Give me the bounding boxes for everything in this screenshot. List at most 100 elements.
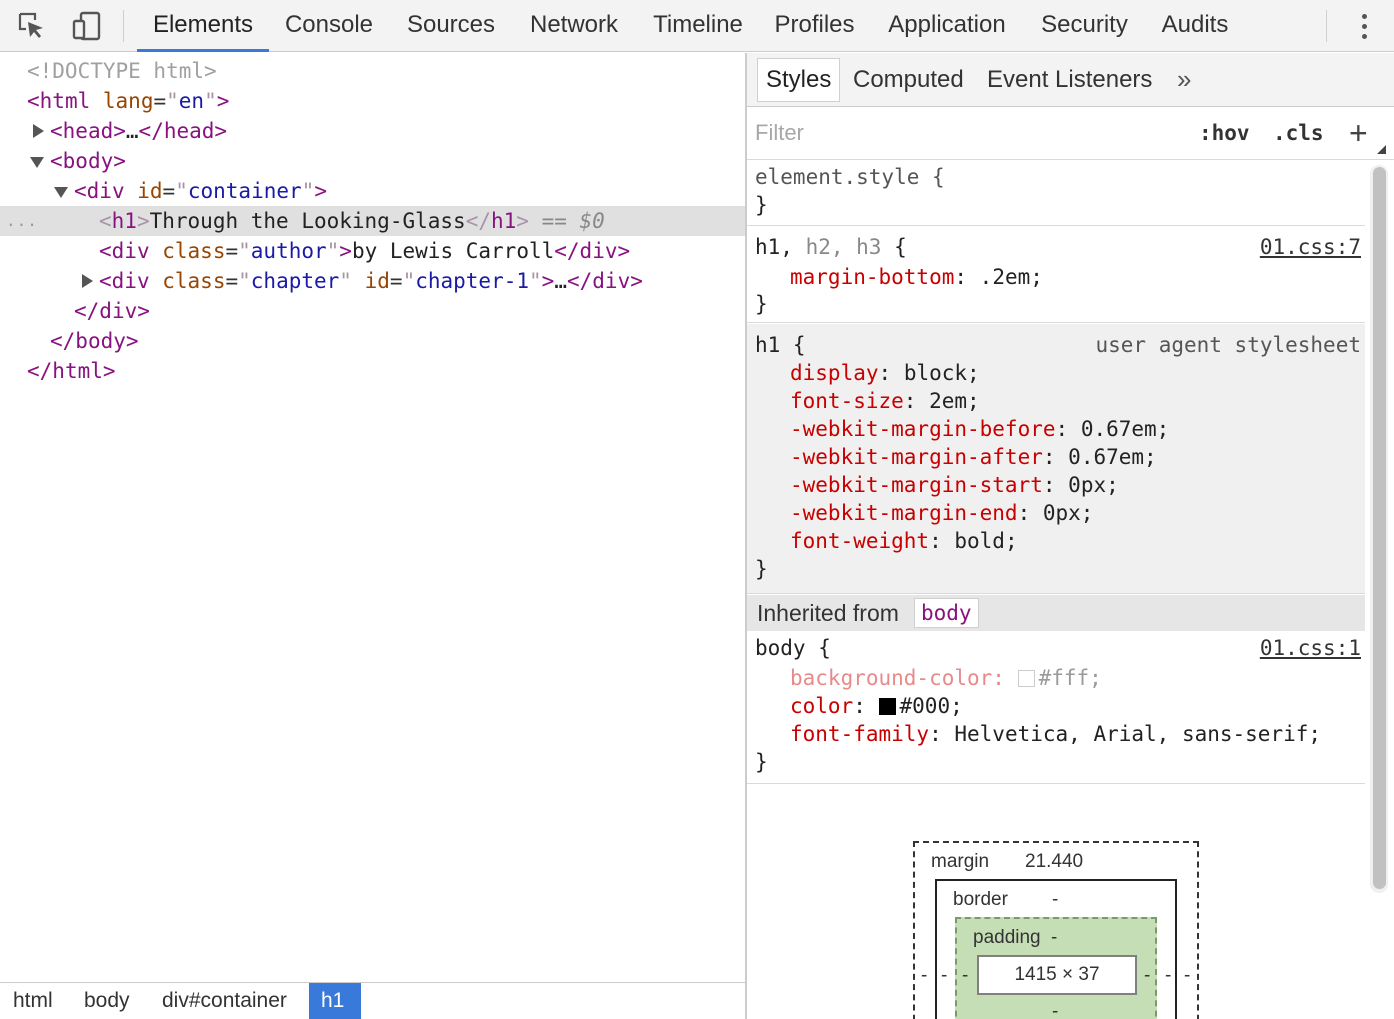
toolbar-separator <box>123 10 124 42</box>
tab-styles[interactable]: Styles <box>757 58 841 102</box>
css-property[interactable]: color: #000; <box>790 692 963 720</box>
tab-console[interactable]: Console <box>278 0 380 51</box>
chapter-node: <div class="chapter" id="chapter-1">…</d… <box>99 269 643 293</box>
margin-right-value[interactable]: - <box>1184 965 1190 987</box>
styles-pane: Styles Computed Event Listeners » :hov .… <box>747 53 1394 1019</box>
css-property[interactable]: font-size: 2em; <box>790 387 980 415</box>
rule-source-link[interactable]: 01.css:1 <box>1260 634 1361 662</box>
hover-state-toggle[interactable]: :hov <box>1199 107 1250 160</box>
filter-input[interactable] <box>755 117 1175 149</box>
tab-elements[interactable]: Elements <box>137 0 269 51</box>
rule-source-label: user agent stylesheet <box>1095 333 1361 357</box>
css-property[interactable]: -webkit-margin-before: 0.67em; <box>790 415 1169 443</box>
padding-bottom-value[interactable]: - <box>1052 1001 1058 1019</box>
more-options-icon[interactable] <box>1352 8 1376 44</box>
color-swatch[interactable] <box>878 698 896 715</box>
color-swatch[interactable] <box>1017 670 1035 687</box>
dom-node-container[interactable]: <div id="container"> <box>0 176 745 206</box>
margin-top-value[interactable]: 21.440 <box>1025 851 1083 873</box>
dom-node-author[interactable]: <div class="author">by Lewis Carroll</di… <box>0 236 745 266</box>
tab-event-listeners[interactable]: Event Listeners <box>987 53 1152 107</box>
dom-node-h1-selected[interactable]: ... <h1>Through the Looking-Glass</h1> =… <box>0 206 745 236</box>
new-style-rule-icon[interactable]: + <box>1349 107 1368 160</box>
collapse-arrow-icon[interactable] <box>30 146 44 176</box>
tab-network[interactable]: Network <box>522 0 626 51</box>
padding-right-value[interactable]: - <box>1144 965 1150 987</box>
dom-node-chapter[interactable]: <div class="chapter" id="chapter-1">…</d… <box>0 266 745 296</box>
breadcrumb: html body div#container h1 <box>0 982 745 1019</box>
margin-left-value[interactable]: - <box>921 965 927 987</box>
class-toggle[interactable]: .cls <box>1273 107 1324 160</box>
border-right-value[interactable]: - <box>1165 965 1171 987</box>
border-label: border <box>953 889 1008 910</box>
inspect-element-icon[interactable] <box>12 0 52 51</box>
dom-node-html[interactable]: <html lang="en"> <box>0 86 745 116</box>
tab-application[interactable]: Application <box>880 0 1014 51</box>
container-open-tag: <div id="container"> <box>74 179 327 203</box>
devtools-toolbar: Elements Console Sources Network Timelin… <box>0 0 1394 52</box>
margin-label: margin <box>931 851 990 872</box>
dom-node-body[interactable]: <body> <box>0 146 745 176</box>
expand-arrow-icon[interactable] <box>31 116 45 146</box>
padding-label: padding <box>973 927 1041 948</box>
css-property[interactable]: font-family: Helvetica, Arial, sans-seri… <box>790 720 1321 748</box>
rule-close: } <box>755 557 768 581</box>
tab-computed[interactable]: Computed <box>853 53 964 107</box>
dom-node-body-close[interactable]: </body> <box>0 326 745 356</box>
tab-profiles[interactable]: Profiles <box>767 0 862 51</box>
tab-audits[interactable]: Audits <box>1154 0 1236 51</box>
rule-selector[interactable]: body { <box>755 634 831 662</box>
padding-left-value[interactable]: - <box>962 965 968 987</box>
breadcrumb-body[interactable]: body <box>72 983 142 1019</box>
rule-selector[interactable]: h1, h2, h3 { <box>755 233 907 261</box>
toolbar-separator <box>1326 10 1327 42</box>
inherited-from-link[interactable]: body <box>914 598 979 628</box>
dom-node-doctype[interactable]: <!DOCTYPE html> <box>0 56 745 86</box>
tab-timeline[interactable]: Timeline <box>646 0 750 51</box>
css-property[interactable]: display: block; <box>790 359 980 387</box>
html-open-tag: <html lang="en"> <box>27 89 230 113</box>
inherited-section-header: Inherited from body <box>747 595 1365 631</box>
border-left-value[interactable]: - <box>941 965 947 987</box>
breadcrumb-h1[interactable]: h1 <box>309 983 361 1019</box>
corner-triangle-icon <box>1377 145 1386 154</box>
expand-arrow-icon[interactable] <box>80 266 94 296</box>
html-close-tag: </html> <box>27 359 116 383</box>
dom-node-head[interactable]: <head>…</head> <box>0 116 745 146</box>
tab-security[interactable]: Security <box>1033 0 1136 51</box>
sidebar-tabs: Styles Computed Event Listeners » <box>747 53 1394 107</box>
rule-h1-h2-h3: h1, h2, h3 { 01.css:7 margin-bottom: .2e… <box>747 227 1365 323</box>
css-property[interactable]: font-weight: bold; <box>790 527 1018 555</box>
rule-selector[interactable]: element.style { <box>755 163 945 191</box>
box-model-content[interactable]: 1415 × 37 <box>977 955 1137 995</box>
h1-node: <h1>Through the Looking-Glass</h1> == $0 <box>99 209 605 233</box>
dom-tree: <!DOCTYPE html> <html lang="en"> <head>…… <box>0 53 745 982</box>
breadcrumb-div-container[interactable]: div#container <box>150 983 299 1019</box>
css-property[interactable]: -webkit-margin-end: 0px; <box>790 499 1093 527</box>
breadcrumb-html[interactable]: html <box>1 983 65 1019</box>
styles-filter-bar: :hov .cls + <box>747 107 1394 160</box>
padding-top-value[interactable]: - <box>1051 927 1057 949</box>
border-top-value[interactable]: - <box>1052 889 1058 911</box>
css-property[interactable]: -webkit-margin-after: 0.67em; <box>790 443 1157 471</box>
rule-close: } <box>755 292 768 316</box>
css-property[interactable]: margin-bottom: .2em; <box>790 263 1043 291</box>
active-tab-indicator <box>137 49 269 52</box>
doctype-text: <!DOCTYPE html> <box>27 59 217 83</box>
collapse-arrow-icon[interactable] <box>54 176 68 206</box>
dom-node-html-close[interactable]: </html> <box>0 356 745 386</box>
rule-user-agent-h1: h1 { user agent stylesheet display: bloc… <box>747 324 1365 594</box>
css-property-overridden[interactable]: background-color: #fff; <box>790 664 1102 692</box>
device-mode-icon[interactable] <box>66 0 106 51</box>
row-options-icon[interactable]: ... <box>6 206 38 236</box>
more-tabs-chevron-icon[interactable]: » <box>1177 53 1191 107</box>
styles-scrollbar-thumb[interactable] <box>1373 167 1386 889</box>
dom-node-container-close[interactable]: </div> <box>0 296 745 326</box>
rule-close: } <box>755 193 768 217</box>
author-node: <div class="author">by Lewis Carroll</di… <box>99 239 631 263</box>
head-collapsed-tag: <head>…</head> <box>50 119 228 143</box>
rule-source-link[interactable]: 01.css:7 <box>1260 233 1361 261</box>
tab-sources[interactable]: Sources <box>400 0 502 51</box>
body-open-tag: <body> <box>50 149 126 173</box>
css-property[interactable]: -webkit-margin-start: 0px; <box>790 471 1119 499</box>
